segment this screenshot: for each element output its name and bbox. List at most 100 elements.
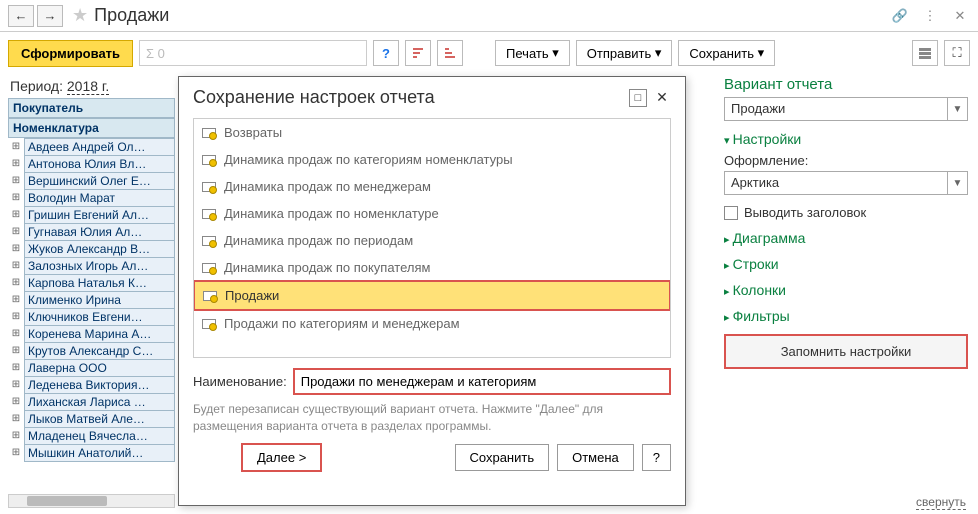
expand-icon[interactable]: ⊞	[8, 311, 24, 322]
expand-icon[interactable]: ⊞	[8, 396, 24, 407]
back-button[interactable]: ←	[8, 5, 34, 27]
table-row[interactable]: ⊞Авдеев Андрей Ол…	[8, 138, 175, 155]
forward-button[interactable]: →	[37, 5, 63, 27]
chevron-down-icon[interactable]: ▼	[947, 98, 967, 120]
table-row[interactable]: ⊞Ключников Евгени…	[8, 308, 175, 325]
chevron-down-icon[interactable]: ▼	[947, 172, 967, 194]
column-header: Покупатель	[8, 98, 175, 118]
list-item[interactable]: Продажи	[194, 280, 670, 311]
table-row[interactable]: ⊞Гришин Евгений Ал…	[8, 206, 175, 223]
section-строки[interactable]: Строки	[724, 256, 968, 272]
table-row[interactable]: ⊞Залозных Игорь Ал…	[8, 257, 175, 274]
buyer-cell: Леденева Виктория…	[24, 376, 175, 394]
list-item-label: Динамика продаж по менеджерам	[224, 179, 431, 194]
table-row[interactable]: ⊞Карпова Наталья К…	[8, 274, 175, 291]
buyer-cell: Антонова Юлия Вл…	[24, 155, 175, 173]
table-row[interactable]: ⊞Жуков Александр В…	[8, 240, 175, 257]
report-table: ПокупательНоменклатура ⊞Авдеев Андрей Ол…	[0, 98, 175, 508]
list-item-label: Возвраты	[224, 125, 282, 140]
table-row[interactable]: ⊞Коренева Марина А…	[8, 325, 175, 342]
section-диаграмма[interactable]: Диаграмма	[724, 230, 968, 246]
buyer-cell: Коренева Марина А…	[24, 325, 175, 343]
report-icon	[203, 290, 217, 302]
variant-combo[interactable]: Продажи ▼	[724, 97, 968, 121]
list-item[interactable]: Динамика продаж по периодам	[194, 227, 670, 254]
section-фильтры[interactable]: Фильтры	[724, 308, 968, 324]
remember-settings-button[interactable]: Запомнить настройки	[724, 334, 968, 369]
expand-icon[interactable]: ⊞	[8, 413, 24, 424]
list-item-label: Динамика продаж по периодам	[224, 233, 413, 248]
table-row[interactable]: ⊞Гугнавая Юлия Ал…	[8, 223, 175, 240]
settings-section[interactable]: Настройки	[724, 131, 968, 147]
buyer-cell: Ключников Евгени…	[24, 308, 175, 326]
help-icon[interactable]: ?	[373, 40, 399, 66]
dialog-save-button[interactable]: Сохранить	[455, 444, 550, 471]
expand-icon[interactable]: ⊞	[8, 345, 24, 356]
list-item-label: Продажи по категориям и менеджерам	[224, 316, 460, 331]
close-dialog-icon[interactable]: ✕	[653, 89, 671, 107]
period-link[interactable]: 2018 г.	[67, 78, 109, 95]
table-row[interactable]: ⊞Мышкин Анатолий…	[8, 444, 175, 461]
show-title-checkbox[interactable]	[724, 206, 738, 220]
settings-icon[interactable]	[912, 40, 938, 66]
table-row[interactable]: ⊞Клименко Ирина	[8, 291, 175, 308]
expand-icon[interactable]: ⊞	[8, 430, 24, 441]
filter-input[interactable]: Σ 0	[139, 40, 367, 66]
expand-icon[interactable]: ⊞	[8, 294, 24, 305]
report-icon	[202, 318, 216, 330]
dialog-cancel-button[interactable]: Отмена	[557, 444, 634, 471]
list-item[interactable]: Динамика продаж по категориям номенклату…	[194, 146, 670, 173]
more-icon[interactable]: ⋮	[920, 6, 940, 26]
link-icon[interactable]: 🔗	[890, 6, 910, 26]
variants-list[interactable]: Возвраты Динамика продаж по категориям но…	[193, 118, 671, 358]
expand-icon[interactable]: ⊞	[8, 277, 24, 288]
expand-icon[interactable]: ⊞	[8, 158, 24, 169]
name-label: Наименование:	[193, 374, 287, 389]
next-button[interactable]: Далее >	[241, 443, 322, 472]
table-row[interactable]: ⊞Антонова Юлия Вл…	[8, 155, 175, 172]
table-row[interactable]: ⊞Леденева Виктория…	[8, 376, 175, 393]
table-row[interactable]: ⊞Младенец Вячесла…	[8, 427, 175, 444]
expand-icon[interactable]: ⊞	[8, 175, 24, 186]
section-колонки[interactable]: Колонки	[724, 282, 968, 298]
table-row[interactable]: ⊞Лаверна ООО	[8, 359, 175, 376]
name-input[interactable]	[293, 368, 671, 395]
list-item[interactable]: Динамика продаж по менеджерам	[194, 173, 670, 200]
table-row[interactable]: ⊞Володин Марат	[8, 189, 175, 206]
buyer-cell: Гришин Евгений Ал…	[24, 206, 175, 224]
expand-icon[interactable]: ⊞	[8, 260, 24, 271]
report-icon	[202, 154, 216, 166]
table-row[interactable]: ⊞Вершинский Олег Е…	[8, 172, 175, 189]
buyer-cell: Жуков Александр В…	[24, 240, 175, 258]
form-button[interactable]: Сформировать	[8, 40, 133, 67]
table-row[interactable]: ⊞Лиханская Лариса …	[8, 393, 175, 410]
close-icon[interactable]: ✕	[950, 6, 970, 26]
list-item[interactable]: Возвраты	[194, 119, 670, 146]
expand-icon[interactable]: ⊞	[8, 243, 24, 254]
dialog-help-button[interactable]: ?	[642, 444, 671, 471]
maximize-icon[interactable]: □	[629, 89, 647, 107]
expand-icon[interactable]: ⊞	[8, 362, 24, 373]
expand-icon[interactable]: ⊞	[8, 328, 24, 339]
expand-icon[interactable]: ⊞	[8, 141, 24, 152]
expand-icon[interactable]: ⊞	[8, 447, 24, 458]
list-item[interactable]: Динамика продаж по номенклатуре	[194, 200, 670, 227]
design-combo[interactable]: Арктика ▼	[724, 171, 968, 195]
sort-asc-icon[interactable]	[405, 40, 431, 66]
expand-icon[interactable]: ⊞	[8, 226, 24, 237]
table-row[interactable]: ⊞Лыков Матвей Але…	[8, 410, 175, 427]
fullscreen-icon[interactable]: ⛶	[944, 40, 970, 66]
save-button[interactable]: Сохранить ▾	[678, 40, 775, 66]
sort-desc-icon[interactable]	[437, 40, 463, 66]
collapse-link[interactable]: свернуть	[916, 495, 966, 510]
star-icon[interactable]: ★	[72, 5, 88, 26]
expand-icon[interactable]: ⊞	[8, 379, 24, 390]
table-row[interactable]: ⊞Крутов Александр С…	[8, 342, 175, 359]
expand-icon[interactable]: ⊞	[8, 209, 24, 220]
expand-icon[interactable]: ⊞	[8, 192, 24, 203]
hscrollbar[interactable]	[8, 494, 175, 508]
print-button[interactable]: Печать ▾	[495, 40, 570, 66]
list-item[interactable]: Продажи по категориям и менеджерам	[194, 310, 670, 337]
send-button[interactable]: Отправить ▾	[576, 40, 673, 66]
list-item[interactable]: Динамика продаж по покупателям	[194, 254, 670, 281]
